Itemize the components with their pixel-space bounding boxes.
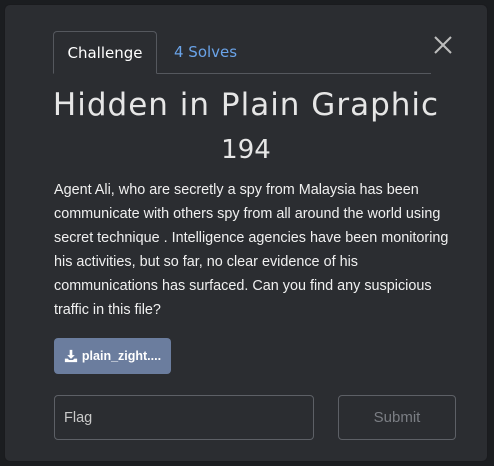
challenge-title: Hidden in Plain Graphic [52,87,440,123]
close-icon [434,36,452,54]
tab-challenge[interactable]: Challenge [53,31,157,74]
challenge-description: Agent Ali, who are secretly a spy from M… [54,182,449,318]
tab-solves[interactable]: 4 Solves [159,31,252,73]
flag-input[interactable] [54,395,314,440]
challenge-points: 194 [221,135,271,165]
download-icon [64,349,78,363]
download-file-button[interactable]: plain_zight.... [54,338,171,374]
submit-button[interactable]: Submit [338,395,456,440]
challenge-tabs: Challenge 4 Solves [53,31,431,74]
close-button[interactable] [431,33,455,57]
challenge-modal: Challenge 4 Solves Hidden in Plain Graph… [4,4,488,462]
download-file-label: plain_zight.... [81,349,162,363]
